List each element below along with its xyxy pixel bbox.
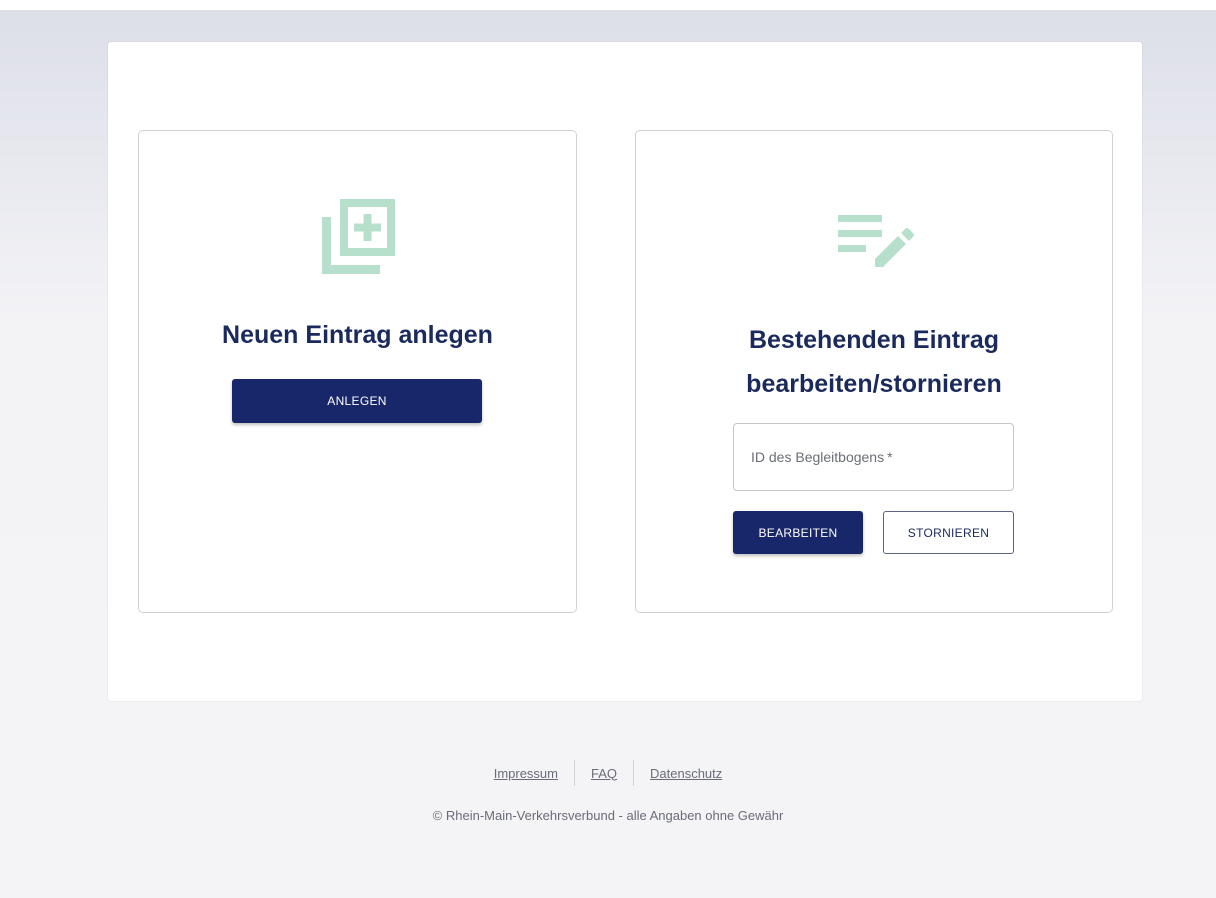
- top-strip: [0, 0, 1216, 10]
- id-input-placeholder: ID des Begleitbogens: [751, 449, 885, 465]
- footer-link-faq[interactable]: FAQ: [581, 762, 627, 785]
- footer-separator: [574, 760, 575, 786]
- footer-link-datenschutz[interactable]: Datenschutz: [640, 762, 732, 785]
- edit-list-icon: [832, 209, 916, 277]
- footer-link-impressum[interactable]: Impressum: [484, 762, 568, 785]
- add-to-library-icon: [316, 195, 400, 279]
- new-entry-panel: Neuen Eintrag anlegen ANLEGEN: [138, 130, 577, 613]
- footer-separator: [633, 760, 635, 786]
- id-input[interactable]: ID des Begleitbogens *: [733, 423, 1014, 491]
- existing-entry-panel: Bestehenden Eintrag bearbeiten/storniere…: [635, 130, 1113, 613]
- new-entry-title: Neuen Eintrag anlegen: [222, 321, 493, 349]
- existing-entry-title: Bestehenden Eintrag bearbeiten/storniere…: [746, 326, 1002, 398]
- footer-links: Impressum FAQ Datenschutz: [0, 760, 1216, 786]
- create-button[interactable]: ANLEGEN: [232, 379, 482, 423]
- required-marker: *: [887, 449, 893, 465]
- cancel-entry-button[interactable]: STORNIEREN: [883, 511, 1014, 554]
- copyright-text: © Rhein-Main-Verkehrsverbund - alle Anga…: [432, 808, 784, 823]
- edit-button[interactable]: BEARBEITEN: [733, 511, 863, 554]
- main-card: Neuen Eintrag anlegen ANLEGEN Bestehende…: [108, 42, 1142, 701]
